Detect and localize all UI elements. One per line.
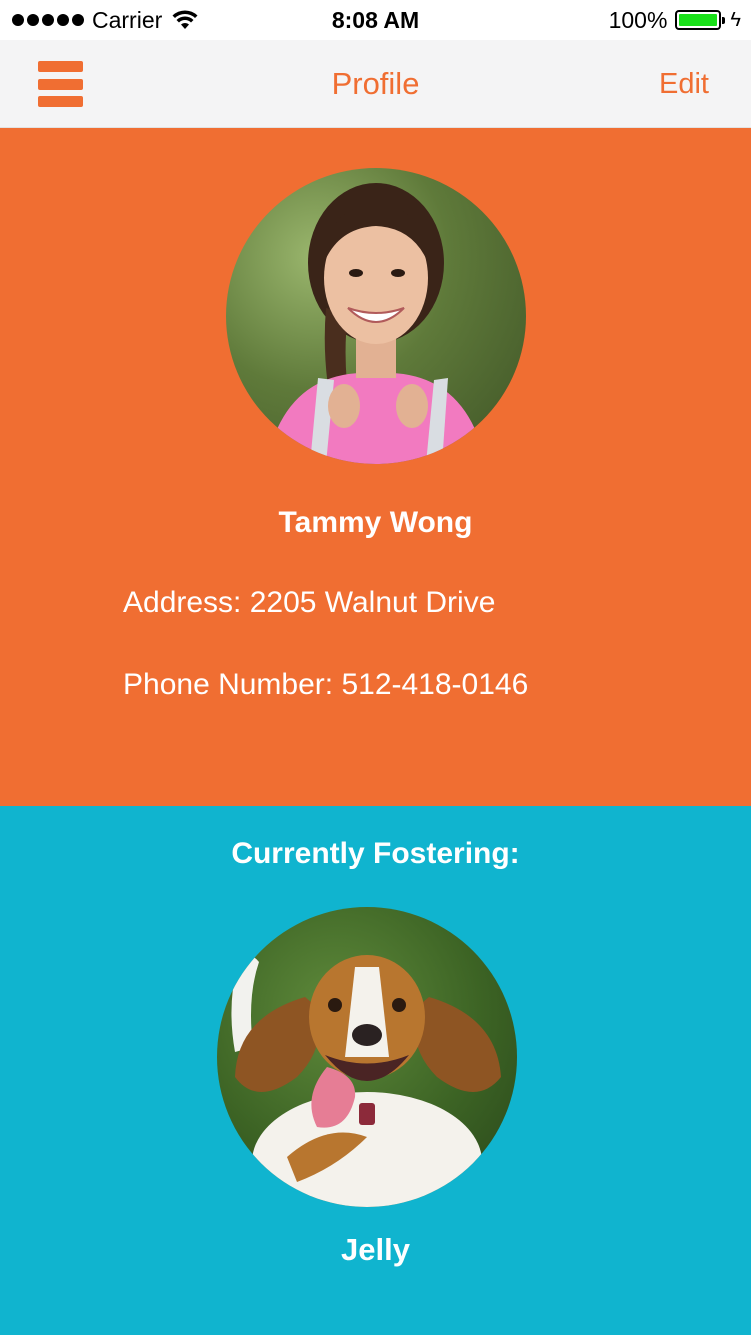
battery-fill xyxy=(679,14,718,26)
pet-name: Jelly xyxy=(341,1232,410,1267)
person-photo-icon xyxy=(266,183,486,464)
profile-phone: Phone Number: 512-418-0146 xyxy=(123,668,529,701)
status-bar: Carrier 8:08 AM 100% ϟ xyxy=(0,0,751,40)
page-title: Profile xyxy=(331,66,420,101)
battery-percent: 100% xyxy=(608,6,668,33)
dog-photo-icon xyxy=(231,955,501,1207)
navigation-bar: Profile Edit xyxy=(0,40,751,128)
hamburger-menu-icon[interactable] xyxy=(38,61,83,107)
fostering-section: Currently Fostering: Jelly xyxy=(0,806,751,1335)
edit-button[interactable]: Edit xyxy=(659,64,709,104)
fostering-heading: Currently Fostering: xyxy=(231,837,520,870)
profile-section: Tammy Wong Address: 2205 Walnut Drive Ph… xyxy=(0,128,751,806)
profile-address: Address: 2205 Walnut Drive xyxy=(123,586,496,619)
charging-bolt-icon: ϟ xyxy=(730,8,741,31)
status-bar-right: 100% ϟ xyxy=(609,6,741,34)
battery-icon xyxy=(675,10,726,30)
profile-avatar xyxy=(226,168,526,464)
pet-avatar[interactable] xyxy=(217,907,517,1207)
profile-name: Tammy Wong xyxy=(278,506,473,539)
